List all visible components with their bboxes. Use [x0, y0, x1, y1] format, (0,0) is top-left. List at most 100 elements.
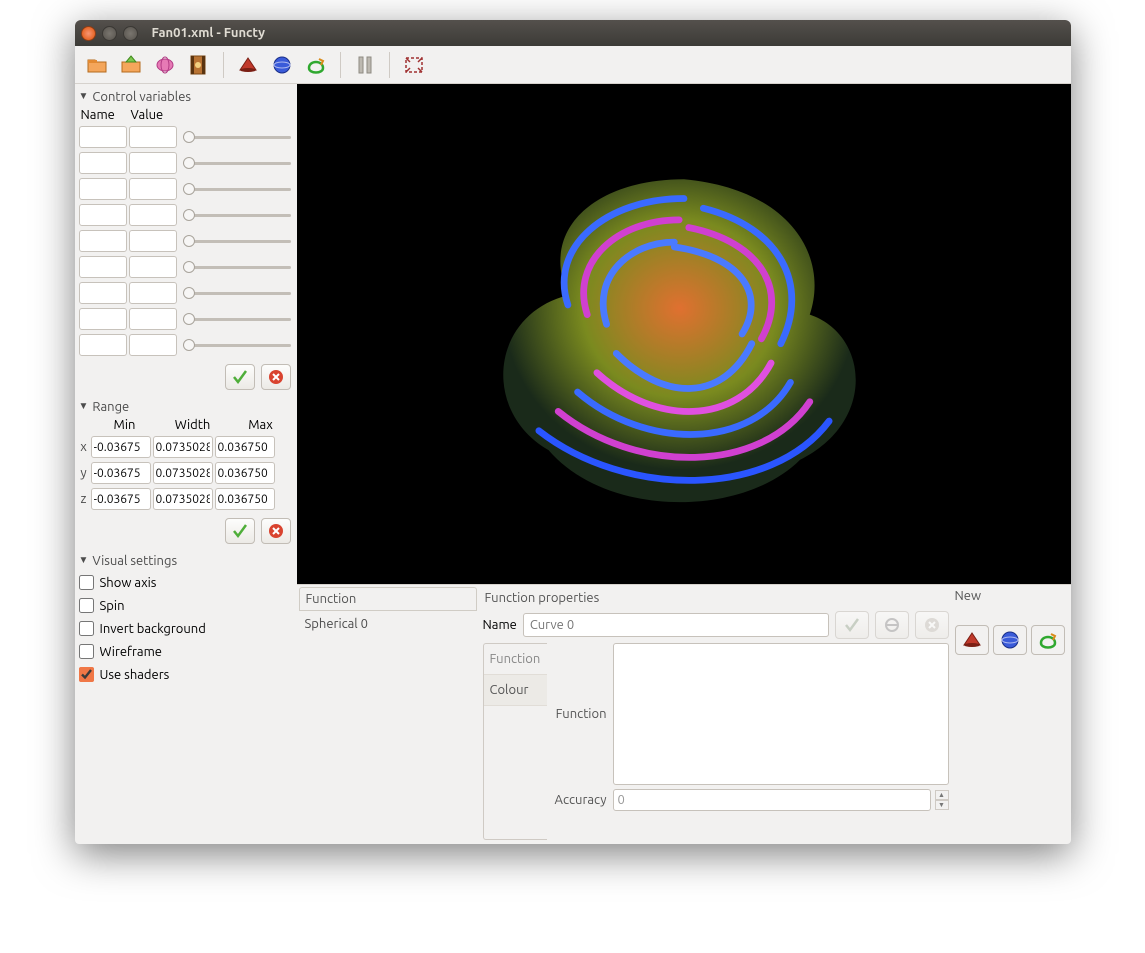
spin-checkbox[interactable]: Spin — [77, 595, 295, 616]
new-spherical-button[interactable] — [993, 625, 1027, 655]
cv-slider[interactable] — [183, 313, 291, 325]
app-window: Fan01.xml - Functy — [75, 20, 1071, 844]
save-button[interactable] — [115, 49, 147, 81]
range-min-input[interactable] — [91, 462, 151, 484]
range-apply-button[interactable] — [225, 518, 255, 544]
open-button[interactable] — [81, 49, 113, 81]
cv-value-input[interactable] — [129, 282, 177, 304]
cv-name-input[interactable] — [79, 204, 127, 226]
new-curve-button[interactable] — [1031, 625, 1065, 655]
cv-slider[interactable] — [183, 131, 291, 143]
range-max-input[interactable] — [215, 488, 275, 510]
range-row: z — [77, 486, 295, 512]
new-cartesian-button[interactable] — [955, 625, 989, 655]
export-3d-button[interactable] — [149, 49, 181, 81]
cv-value-input[interactable] — [129, 152, 177, 174]
cv-value-input[interactable] — [129, 178, 177, 200]
cv-name-input[interactable] — [79, 334, 127, 356]
wireframe-checkbox[interactable]: Wireframe — [77, 641, 295, 662]
use-shaders-checkbox[interactable]: Use shaders — [77, 664, 295, 685]
cv-value-input[interactable] — [129, 334, 177, 356]
list-item[interactable]: Spherical 0 — [297, 613, 479, 635]
range-column-headers: Min Width Max — [77, 418, 295, 432]
range-width-input[interactable] — [153, 488, 213, 510]
chevron-down-icon: ▼ — [79, 554, 89, 566]
show-axis-input[interactable] — [79, 575, 94, 590]
cv-slider[interactable] — [183, 157, 291, 169]
use-shaders-input[interactable] — [79, 667, 94, 682]
tab-function[interactable]: Function — [484, 644, 547, 675]
cv-name-input[interactable] — [79, 178, 127, 200]
cv-name-input[interactable] — [79, 282, 127, 304]
tab-colour[interactable]: Colour — [484, 675, 547, 706]
range-min-input[interactable] — [91, 488, 151, 510]
fullscreen-button[interactable] — [398, 49, 430, 81]
axis-label: x — [79, 440, 89, 454]
range-cancel-button[interactable] — [261, 518, 291, 544]
cv-row — [77, 280, 295, 306]
cv-column-headers: Name Value — [77, 108, 295, 122]
function-textarea[interactable] — [613, 643, 949, 785]
accuracy-input[interactable] — [613, 789, 931, 811]
cv-value-input[interactable] — [129, 308, 177, 330]
show-axis-checkbox[interactable]: Show axis — [77, 572, 295, 593]
function-field-label: Function — [549, 707, 609, 721]
toolbar — [75, 46, 1071, 84]
cv-row — [77, 254, 295, 280]
pause-button[interactable] — [349, 49, 381, 81]
visual-settings-header[interactable]: ▼ Visual settings — [77, 552, 295, 570]
cv-name-input[interactable] — [79, 126, 127, 148]
spin-input[interactable] — [79, 598, 94, 613]
spherical-button[interactable] — [266, 49, 298, 81]
fn-revert-button[interactable] — [875, 611, 909, 639]
cv-slider[interactable] — [183, 209, 291, 221]
fn-delete-button[interactable] — [915, 611, 949, 639]
function-list-header[interactable]: Function — [299, 587, 477, 611]
cv-slider[interactable] — [183, 235, 291, 247]
cv-name-input[interactable] — [79, 230, 127, 252]
curve-button[interactable] — [300, 49, 332, 81]
range-width-input[interactable] — [153, 462, 213, 484]
cv-slider[interactable] — [183, 183, 291, 195]
cv-value-input[interactable] — [129, 126, 177, 148]
range-max-input[interactable] — [215, 436, 275, 458]
wireframe-input[interactable] — [79, 644, 94, 659]
axis-label: z — [79, 492, 89, 506]
cv-cancel-button[interactable] — [261, 364, 291, 390]
maximize-icon[interactable] — [123, 26, 138, 41]
cv-name-input[interactable] — [79, 308, 127, 330]
cv-value-input[interactable] — [129, 256, 177, 278]
cv-slider[interactable] — [183, 287, 291, 299]
range-header[interactable]: ▼ Range — [77, 398, 295, 416]
name-input[interactable] — [523, 613, 829, 637]
bottom-panel: Function Spherical 0 Function properties… — [297, 584, 1071, 844]
cv-apply-button[interactable] — [225, 364, 255, 390]
toolbar-separator — [340, 52, 341, 78]
export-anim-button[interactable] — [183, 49, 215, 81]
chevron-down-icon: ▼ — [79, 90, 89, 102]
cv-name-input[interactable] — [79, 152, 127, 174]
property-tabs: Function Colour — [483, 643, 547, 840]
function-list: Function Spherical 0 — [297, 585, 479, 844]
fn-apply-button[interactable] — [835, 611, 869, 639]
minimize-icon[interactable] — [102, 26, 117, 41]
invert-bg-checkbox[interactable]: Invert background — [77, 618, 295, 639]
cv-value-input[interactable] — [129, 230, 177, 252]
range-max-input[interactable] — [215, 462, 275, 484]
toolbar-separator — [389, 52, 390, 78]
cartesian-button[interactable] — [232, 49, 264, 81]
titlebar[interactable]: Fan01.xml - Functy — [75, 20, 1071, 46]
control-variables-header[interactable]: ▼ Control variables — [77, 88, 295, 106]
accuracy-label: Accuracy — [549, 793, 609, 807]
cv-row — [77, 124, 295, 150]
cv-slider[interactable] — [183, 339, 291, 351]
accuracy-spinner[interactable]: ▲▼ — [935, 790, 949, 810]
3d-viewport[interactable] — [297, 84, 1071, 584]
range-width-input[interactable] — [153, 436, 213, 458]
close-icon[interactable] — [81, 26, 96, 41]
cv-slider[interactable] — [183, 261, 291, 273]
cv-value-input[interactable] — [129, 204, 177, 226]
invert-bg-input[interactable] — [79, 621, 94, 636]
cv-name-input[interactable] — [79, 256, 127, 278]
range-min-input[interactable] — [91, 436, 151, 458]
